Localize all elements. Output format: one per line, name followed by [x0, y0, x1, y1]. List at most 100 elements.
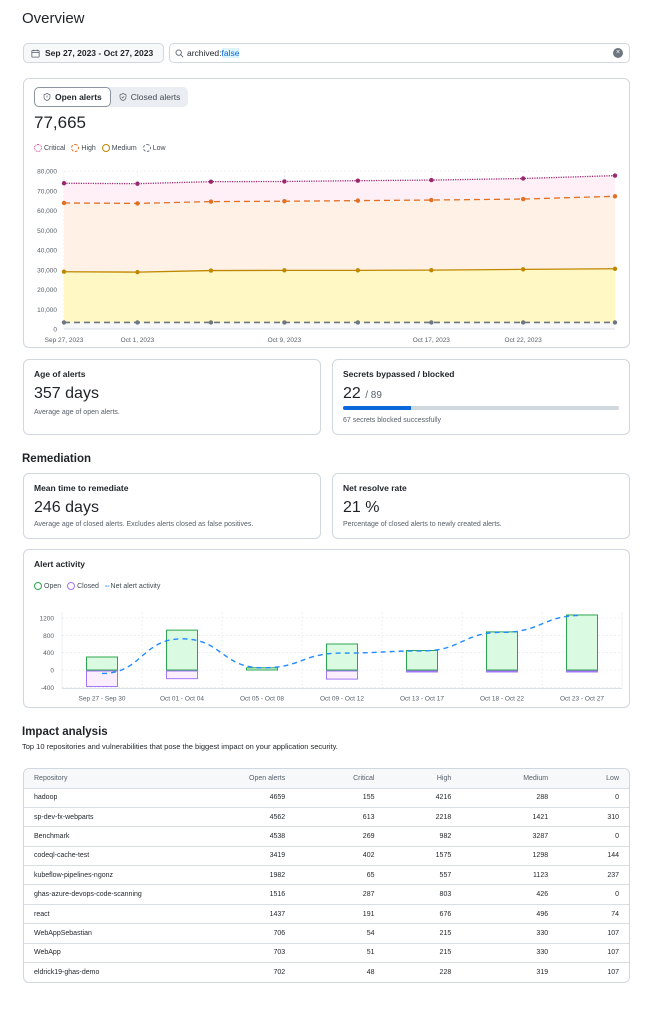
repository-name-cell[interactable]: ghas-azure-devops-code-scanning — [24, 884, 174, 905]
secrets-progress-bar — [343, 406, 619, 410]
table-row[interactable]: kubeflow-pipelines-ngonz 1982 65 557 1123 237 — [24, 865, 629, 885]
repository-name-cell[interactable]: hadoop — [24, 787, 174, 808]
point-low — [61, 320, 67, 325]
table-row[interactable]: hadoop 4659 155 4216 288 0 — [24, 787, 629, 808]
open-alerts-total: 77,665 — [34, 113, 86, 132]
y-tick-label: 40,000 — [37, 248, 57, 255]
tab-closed-alerts-label: Closed alerts — [130, 92, 181, 102]
column-header-medium[interactable]: Medium — [461, 769, 559, 788]
point-low — [612, 320, 618, 325]
table-row[interactable]: Benchmark 4538 269 982 3287 0 — [24, 826, 629, 847]
impact-heading: Impact analysis — [22, 726, 108, 738]
repository-name-cell[interactable]: codeql-cache-test — [24, 845, 174, 866]
count-cell: 330 — [461, 923, 559, 944]
legend-low[interactable]: Low — [142, 144, 166, 152]
column-header-critical[interactable]: Critical — [295, 769, 385, 788]
count-cell: 1437 — [174, 903, 296, 924]
search-qualifier-key: archived: — [187, 48, 222, 58]
column-header-repository[interactable]: Repository — [24, 769, 174, 788]
count-cell: 310 — [558, 806, 629, 827]
repository-name-cell[interactable]: sp-dev-fx-webparts — [24, 806, 174, 827]
count-cell: 48 — [295, 962, 385, 982]
mttr-value: 246 days — [34, 499, 99, 516]
search-icon — [175, 49, 184, 57]
date-range-picker[interactable]: Sep 27, 2023 - Oct 27, 2023 — [23, 43, 164, 63]
column-header-low[interactable]: Low — [558, 769, 629, 788]
x-tick-label: Oct 9, 2023 — [268, 337, 302, 344]
point-medium — [282, 268, 287, 273]
legend-medium-label: Medium — [111, 144, 137, 152]
repository-name-cell[interactable]: eldrick19-ghas-demo — [24, 962, 174, 982]
count-cell: 4659 — [174, 787, 296, 808]
legend-critical-label: Critical — [44, 144, 66, 152]
alert-activity-card: Alert activity Open Closed - - Net alert … — [23, 549, 630, 708]
filter-search-input[interactable]: archived: false × — [169, 43, 630, 63]
count-cell: 3287 — [461, 826, 559, 847]
bar-open — [486, 631, 518, 671]
alert-activity-title: Alert activity — [34, 559, 86, 569]
bar-closed — [166, 670, 198, 680]
repository-name-cell[interactable]: react — [24, 903, 174, 924]
point-medium — [429, 267, 434, 273]
table-row[interactable]: eldrick19-ghas-demo 702 48 228 319 107 — [24, 962, 629, 982]
alert-activity-chart: -400 0 400 800 1200 Sep 27 - Sep 30 Oct 01 - O… — [40, 612, 623, 703]
count-cell: 51 — [295, 942, 385, 963]
point-critical — [282, 179, 287, 184]
point-high — [355, 198, 361, 203]
table-row[interactable]: ghas-azure-devops-code-scanning 1516 287 80… — [24, 884, 629, 905]
legend-open[interactable]: Open — [34, 582, 61, 590]
point-low — [282, 320, 287, 325]
x-tick-label: Oct 17, 2023 — [413, 337, 451, 344]
table-row[interactable]: sp-dev-fx-webparts 4562 613 2218 1421 310 — [24, 806, 629, 827]
bar-closed — [566, 670, 598, 673]
legend-high-label: High — [81, 144, 96, 152]
point-high — [208, 199, 214, 204]
table-row[interactable]: codeql-cache-test 3419 402 1575 1298 144 — [24, 845, 629, 866]
point-critical — [208, 179, 214, 184]
y-tick-label: 70,000 — [37, 188, 57, 195]
point-low — [135, 320, 140, 325]
count-cell: 426 — [461, 884, 559, 905]
repository-name-cell[interactable]: Benchmark — [24, 826, 174, 847]
secrets-total: / 89 — [365, 390, 382, 401]
y-tick-label: 1200 — [40, 616, 55, 623]
secrets-card: Secrets bypassed / blocked 22 / 89 67 se… — [332, 359, 630, 435]
legend-high[interactable]: High — [71, 144, 96, 152]
repository-name-cell[interactable]: WebAppSebastian — [24, 923, 174, 944]
y-tick-label: 0 — [50, 668, 54, 675]
count-cell: 1575 — [384, 845, 462, 866]
legend-net[interactable]: - - Net alert activity — [105, 583, 160, 590]
count-cell: 2218 — [384, 806, 462, 827]
tab-open-alerts[interactable]: Open alerts — [34, 87, 111, 107]
count-cell: 982 — [384, 826, 462, 847]
low-marker-icon — [142, 144, 151, 152]
count-cell: 287 — [295, 884, 385, 905]
count-cell: 330 — [461, 942, 559, 963]
clear-search-icon[interactable]: × — [613, 48, 623, 58]
table-row[interactable]: WebAppSebastian 706 54 215 330 107 — [24, 923, 629, 944]
mttr-title: Mean time to remediate — [34, 483, 129, 493]
legend-closed[interactable]: Closed — [67, 582, 99, 590]
y-tick-label: 80,000 — [37, 169, 57, 176]
resolve-rate-title: Net resolve rate — [343, 483, 407, 493]
count-cell: 0 — [558, 884, 629, 905]
y-tick-label: 10,000 — [37, 307, 57, 314]
legend-medium[interactable]: Medium — [101, 144, 137, 152]
column-header-high[interactable]: High — [384, 769, 462, 788]
count-cell: 557 — [384, 865, 462, 885]
table-row[interactable]: WebApp 703 51 215 330 107 — [24, 942, 629, 963]
secrets-progress-fill — [343, 406, 412, 410]
table-row[interactable]: react 1437 191 676 496 74 — [24, 903, 629, 924]
tab-closed-alerts[interactable]: Closed alerts — [111, 87, 189, 107]
repository-name-cell[interactable]: WebApp — [24, 942, 174, 963]
count-cell: 1421 — [461, 806, 559, 827]
column-header-open-alerts[interactable]: Open alerts — [174, 769, 296, 788]
impact-subheading: Top 10 repositories and vulnerabilities … — [22, 742, 338, 751]
point-critical — [135, 181, 140, 186]
repository-name-cell[interactable]: kubeflow-pipelines-ngonz — [24, 865, 174, 885]
secrets-bypassed-count: 22 — [343, 385, 361, 402]
count-cell: 191 — [295, 903, 385, 924]
legend-critical[interactable]: Critical — [34, 144, 65, 152]
x-tick-label: Oct 09 - Oct 12 — [320, 696, 364, 703]
y-tick-label: 400 — [43, 650, 54, 657]
